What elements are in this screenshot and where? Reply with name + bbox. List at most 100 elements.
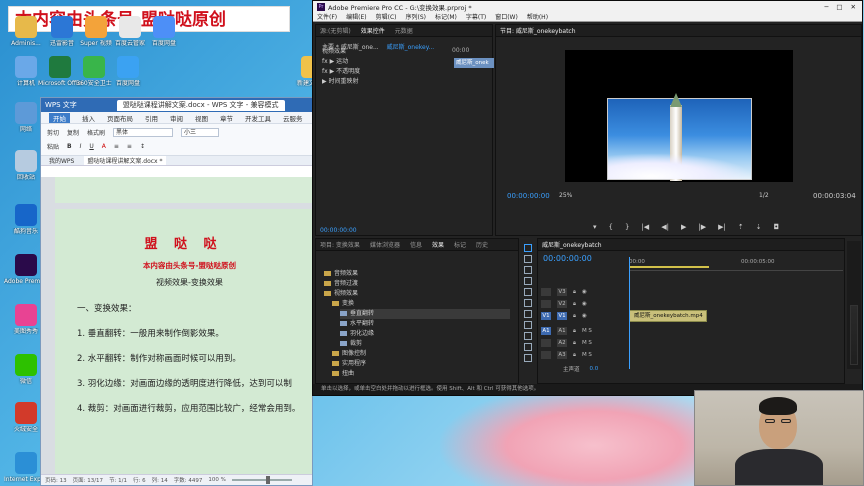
ribbon-tab[interactable]: 引用 bbox=[145, 113, 158, 123]
eye-icon[interactable]: ◉ bbox=[582, 301, 587, 307]
ribbon-tab[interactable]: 视图 bbox=[195, 113, 208, 123]
menu-item[interactable]: 窗口(W) bbox=[495, 12, 518, 21]
effects-tree-item[interactable]: 羽化边缘 bbox=[340, 329, 374, 339]
menu-item[interactable]: 标记(M) bbox=[435, 12, 457, 21]
cut-button[interactable]: 剪切 bbox=[47, 128, 59, 137]
timeline-clip[interactable]: 威尼斯_onekeybatch.mp4 bbox=[629, 310, 707, 322]
effects-tree-item[interactable]: 变换 bbox=[332, 299, 354, 309]
extract-icon[interactable]: ⇣ bbox=[756, 223, 762, 231]
tab-source[interactable]: 源:(无剪辑) bbox=[320, 26, 351, 35]
fx-timecode[interactable]: 00:00:00:00 bbox=[320, 227, 357, 234]
align-left-icon[interactable]: ≡ bbox=[114, 143, 119, 150]
document-area[interactable]: 盟 哒 哒 本内容由头条号-盟哒哒原创 视频效果-变换效果 一、变换效果： 1.… bbox=[41, 177, 312, 474]
timeline-track[interactable]: V2 🔒︎ ◉ bbox=[541, 298, 843, 310]
underline-button[interactable]: U bbox=[89, 143, 93, 150]
mute-solo-icon[interactable]: M S bbox=[582, 328, 592, 334]
mute-solo-icon[interactable]: M S bbox=[582, 352, 592, 358]
zoom-tool-icon[interactable] bbox=[524, 354, 532, 362]
track-target-toggle[interactable] bbox=[541, 288, 551, 296]
ribbon-tab[interactable]: 开发工具 bbox=[245, 113, 271, 123]
eye-icon[interactable]: ◉ bbox=[582, 313, 587, 319]
track-target-toggle[interactable] bbox=[541, 351, 551, 359]
in-point-icon[interactable]: { bbox=[609, 223, 613, 231]
master-volume[interactable]: 0.0 bbox=[590, 366, 599, 372]
video-frame[interactable] bbox=[607, 93, 753, 181]
wps-app-label[interactable]: WPS 文字 bbox=[45, 100, 77, 110]
zoom-select[interactable]: 25% bbox=[559, 192, 572, 199]
ribbon-tab[interactable]: 开始 bbox=[49, 112, 70, 123]
frame-forward-icon[interactable]: |▶ bbox=[698, 223, 706, 231]
work-area-bar[interactable] bbox=[629, 266, 709, 268]
lock-icon[interactable]: 🔒︎ bbox=[573, 328, 576, 335]
frame-back-icon[interactable]: ◀| bbox=[661, 223, 669, 231]
slip-tool-icon[interactable] bbox=[524, 310, 532, 318]
project-tab[interactable]: 标记 bbox=[454, 240, 466, 249]
track-label[interactable]: A1 bbox=[557, 327, 567, 335]
line-spacing-icon[interactable]: ↕ bbox=[140, 143, 145, 150]
effects-tree-item[interactable]: 音频过渡 bbox=[324, 279, 358, 289]
document-page[interactable]: 盟 哒 哒 本内容由头条号-盟哒哒原创 视频效果-变换效果 一、变换效果： 1.… bbox=[55, 209, 312, 474]
tab-document[interactable]: 盟哒哒课程讲解文案.docx * bbox=[84, 156, 166, 165]
bold-button[interactable]: B bbox=[67, 143, 72, 150]
rolling-edit-tool-icon[interactable] bbox=[524, 277, 532, 285]
playhead[interactable] bbox=[629, 257, 630, 369]
wps-doc-title[interactable]: 盟哒哒课程讲解文案.docx - WPS 文字 - 兼容模式 bbox=[116, 99, 285, 111]
font-size-select[interactable]: 小三 bbox=[181, 128, 220, 137]
program-timecode[interactable]: 00:00:00:00 bbox=[507, 192, 550, 200]
track-label[interactable]: A3 bbox=[557, 351, 567, 359]
tab-effect-controls[interactable]: 效果控件 bbox=[361, 26, 385, 35]
menu-item[interactable]: 序列(S) bbox=[406, 12, 427, 21]
project-tab[interactable]: 历史 bbox=[476, 240, 488, 249]
marker-icon[interactable]: ▾ bbox=[593, 223, 597, 231]
project-tab[interactable]: 媒体浏览器 bbox=[370, 240, 400, 249]
timeline-track[interactable]: V3 🔒︎ ◉ bbox=[541, 286, 843, 298]
desktop-icon[interactable]: 百度网盘 bbox=[106, 56, 150, 87]
track-select-tool-icon[interactable] bbox=[524, 255, 532, 263]
copy-button[interactable]: 复制 bbox=[67, 128, 79, 137]
rate-stretch-tool-icon[interactable] bbox=[524, 288, 532, 296]
track-target-toggle[interactable]: A1 bbox=[541, 327, 551, 335]
track-label[interactable]: V3 bbox=[557, 288, 567, 296]
export-frame-icon[interactable]: ◘ bbox=[774, 223, 780, 231]
tab-program[interactable]: 节目: 威尼斯_onekeybatch bbox=[500, 26, 576, 35]
track-label[interactable]: A2 bbox=[557, 339, 567, 347]
track-label[interactable]: V2 bbox=[557, 300, 567, 308]
lock-icon[interactable]: 🔒︎ bbox=[573, 313, 576, 320]
project-tab[interactable]: 信息 bbox=[410, 240, 422, 249]
sequence-clip-label[interactable]: 威尼斯_onekey... bbox=[387, 44, 435, 51]
fx-opacity[interactable]: fx ▶ 不透明度 bbox=[316, 67, 492, 77]
timeline-timecode[interactable]: 00:00:00:00 bbox=[543, 254, 592, 263]
out-point-icon[interactable]: } bbox=[625, 223, 629, 231]
menu-item[interactable]: 编辑(E) bbox=[346, 12, 366, 21]
ribbon-tab[interactable]: 插入 bbox=[82, 113, 95, 123]
effects-tree-item[interactable]: 视频效果 bbox=[324, 289, 358, 299]
slide-tool-icon[interactable] bbox=[524, 321, 532, 329]
tab-metadata[interactable]: 元数据 bbox=[395, 26, 413, 35]
close-icon[interactable]: ✕ bbox=[851, 3, 856, 11]
pen-tool-icon[interactable] bbox=[524, 332, 532, 340]
timeline-track[interactable]: A1 A1 🔒︎ M S bbox=[541, 325, 843, 337]
eye-icon[interactable]: ◉ bbox=[582, 289, 587, 295]
ribbon-tab[interactable]: 章节 bbox=[220, 113, 233, 123]
minimize-icon[interactable]: ─ bbox=[824, 3, 828, 11]
tab-sequence[interactable]: 威尼斯_onekeybatch bbox=[542, 240, 602, 249]
menu-item[interactable]: 文件(F) bbox=[317, 12, 337, 21]
project-tab[interactable]: 项目: 变换效果 bbox=[320, 240, 360, 249]
effects-tree-item[interactable]: 图像控制 bbox=[332, 349, 366, 359]
lift-icon[interactable]: ⇡ bbox=[738, 223, 744, 231]
ribbon-tab[interactable]: 云服务 bbox=[283, 113, 303, 123]
font-color-icon[interactable]: A bbox=[102, 143, 106, 150]
lock-icon[interactable]: 🔒︎ bbox=[573, 352, 576, 359]
track-target-toggle[interactable] bbox=[541, 339, 551, 347]
effects-tree-item[interactable]: 垂直翻转 bbox=[340, 309, 510, 319]
timeline-track[interactable]: A3 🔒︎ M S bbox=[541, 349, 843, 361]
paste-button[interactable]: 粘贴 bbox=[47, 142, 59, 151]
selection-tool-icon[interactable] bbox=[524, 244, 532, 252]
razor-tool-icon[interactable] bbox=[524, 299, 532, 307]
step-back-icon[interactable]: |◀ bbox=[641, 223, 649, 231]
track-target-toggle[interactable]: V1 bbox=[541, 312, 551, 320]
effects-tree-item[interactable]: 音频效果 bbox=[324, 269, 358, 279]
ripple-edit-tool-icon[interactable] bbox=[524, 266, 532, 274]
desktop-icon[interactable]: 百度网盘 bbox=[142, 16, 186, 47]
play-icon[interactable]: ▶ bbox=[681, 223, 686, 231]
